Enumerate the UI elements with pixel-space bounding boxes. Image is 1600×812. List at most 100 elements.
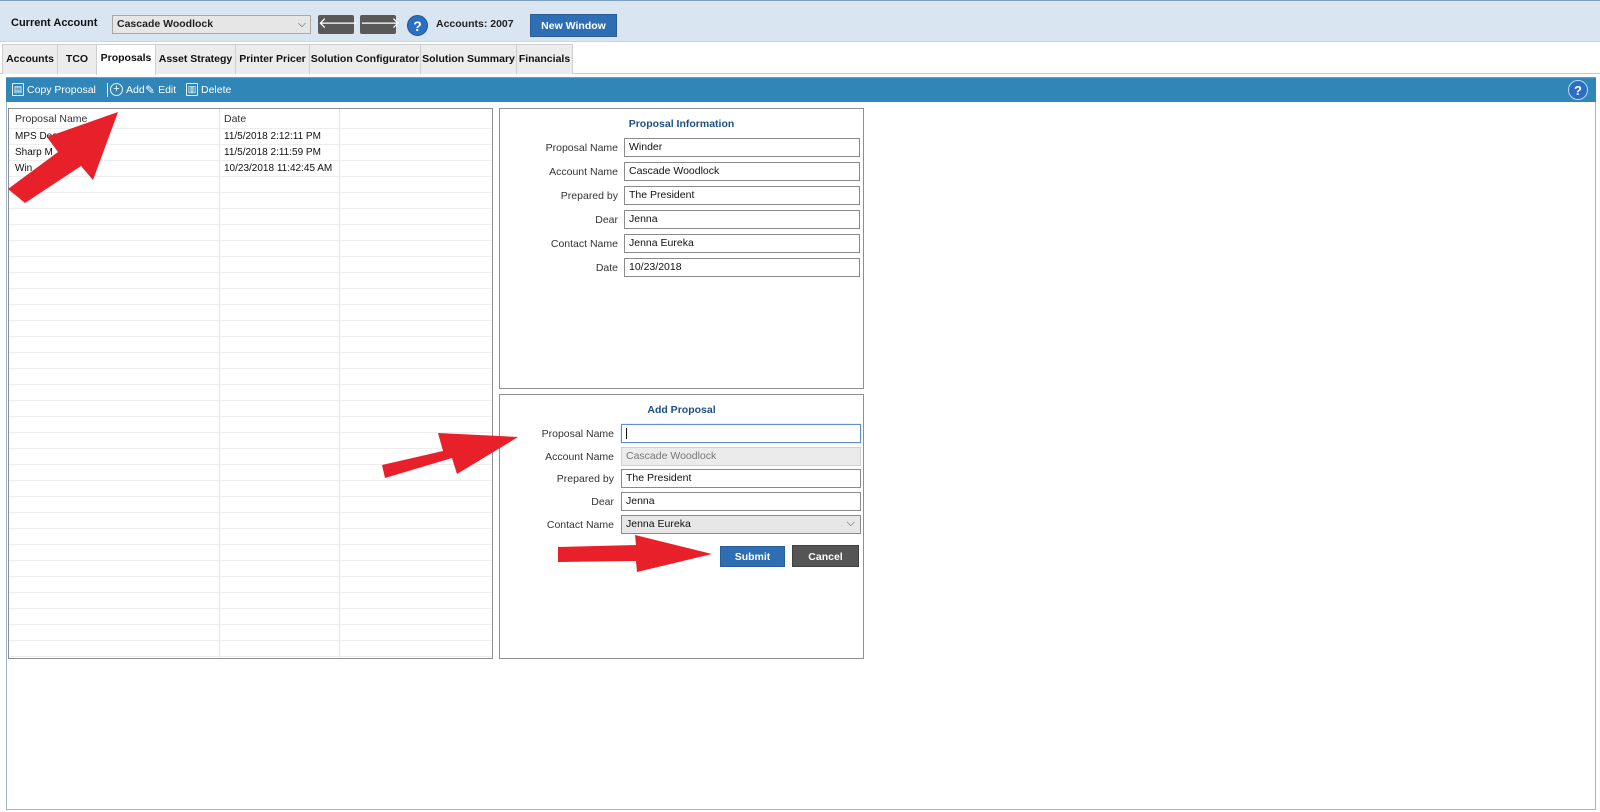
copy-icon: ▤	[12, 83, 24, 96]
info-date-field[interactable]: 10/23/2018	[624, 258, 860, 277]
grid-row-line	[9, 160, 492, 161]
add-proposal-name-label: Proposal Name	[541, 428, 614, 440]
grid-cell-name[interactable]: Win	[15, 163, 32, 174]
info-account-name-label: Account Name	[549, 166, 618, 178]
grid-row-line	[9, 592, 492, 593]
grid-cell-name[interactable]: Sharp M	[15, 147, 53, 158]
grid-row-line	[9, 416, 492, 417]
grid-row-line	[9, 496, 492, 497]
info-account-name-field[interactable]: Cascade Woodlock	[624, 162, 860, 181]
add-prepared-by-input[interactable]: The President	[621, 469, 861, 488]
current-account-label: Current Account	[11, 17, 98, 29]
info-proposal-name-label: Proposal Name	[545, 142, 618, 154]
pencil-icon: ✎	[145, 83, 156, 97]
delete-button[interactable]: ▥ Delete	[186, 83, 231, 96]
grid-row-line	[9, 144, 492, 145]
grid-row-line	[9, 176, 492, 177]
grid-row-line	[9, 512, 492, 513]
back-button[interactable]: 🡐	[318, 15, 358, 34]
grid-row-line	[9, 432, 492, 433]
copy-proposal-button[interactable]: ▤ Copy Proposal	[12, 83, 96, 96]
grid-row-line	[9, 256, 492, 257]
info-prepared-by-field[interactable]: The President	[624, 186, 860, 205]
grid-row-line	[9, 368, 492, 369]
add-dear-label: Dear	[591, 496, 614, 508]
trash-icon: ▥	[186, 83, 198, 96]
grid-row-line	[9, 576, 492, 577]
edit-label: Edit	[158, 84, 177, 96]
delete-label: Delete	[201, 83, 232, 96]
add-prepared-by-label: Prepared by	[556, 473, 614, 485]
add-contact-name-select[interactable]: Jenna Eureka ⌵	[621, 515, 861, 534]
info-proposal-name-field[interactable]: Winder	[624, 138, 860, 157]
forward-button[interactable]: 🡒	[360, 15, 400, 34]
info-date-label: Date	[595, 262, 618, 274]
grid-row-line	[9, 320, 492, 321]
toolbar: ▤ Copy Proposal + Add ✎ Edit ▥ Delete ?	[6, 77, 1596, 102]
grid-row-line	[9, 656, 492, 657]
grid-row-line	[9, 304, 492, 305]
new-window-button[interactable]: New Window	[530, 14, 617, 37]
tab-financials[interactable]: Financials	[516, 44, 573, 74]
info-prepared-by-label: Prepared by	[560, 190, 618, 202]
add-proposal-panel: Add Proposal Proposal Name Account Name …	[499, 394, 864, 659]
plus-circle-icon: +	[110, 83, 123, 96]
proposal-information-title: Proposal Information	[628, 118, 735, 130]
account-select[interactable]: Cascade Woodlock ⌵	[112, 15, 311, 34]
top-bar: Current Account Cascade Woodlock ⌵ 🡐 🡒 ?…	[0, 0, 1600, 42]
grid-row-line	[9, 272, 492, 273]
tab-tco[interactable]: TCO	[57, 44, 97, 74]
info-contact-name-label: Contact Name	[550, 238, 618, 250]
grid-header-proposal-name[interactable]: Proposal Name	[15, 113, 87, 125]
grid-row-line	[9, 528, 492, 529]
edit-button[interactable]: ✎ Edit	[145, 83, 176, 97]
grid-row-line	[9, 608, 492, 609]
grid-row-line	[9, 224, 492, 225]
grid-row-line	[9, 352, 492, 353]
tab-accounts[interactable]: Accounts	[2, 44, 58, 74]
info-dear-field[interactable]: Jenna	[624, 210, 860, 229]
grid-cell-name[interactable]: MPS Dea	[15, 131, 58, 142]
info-contact-name-field[interactable]: Jenna Eureka	[624, 234, 860, 253]
add-account-name-label: Account Name	[545, 451, 614, 463]
grid-row-line	[9, 624, 492, 625]
question-icon[interactable]: ?	[1568, 80, 1588, 100]
grid-header-date[interactable]: Date	[224, 113, 246, 125]
copy-proposal-label: Copy Proposal	[27, 83, 96, 96]
account-select-value: Cascade Woodlock	[117, 18, 214, 30]
add-button[interactable]: + Add	[110, 83, 145, 96]
arrow-right-icon: 🡒	[360, 15, 401, 32]
grid-cell-date[interactable]: 11/5/2018 2:12:11 PM	[224, 131, 321, 142]
add-proposal-name-input[interactable]	[621, 424, 861, 443]
tab-proposals[interactable]: Proposals	[96, 44, 156, 75]
grid-row-line	[9, 192, 492, 193]
contact-name-select-value: Jenna Eureka	[626, 518, 691, 530]
question-icon[interactable]: ?	[407, 15, 428, 36]
grid-row-line	[9, 640, 492, 641]
proposal-information-panel: Proposal Information Proposal Name Winde…	[499, 108, 864, 389]
add-contact-name-label: Contact Name	[546, 519, 614, 531]
cancel-button[interactable]: Cancel	[792, 545, 859, 567]
grid-row-line	[9, 384, 492, 385]
toolbar-divider	[107, 83, 108, 97]
proposals-grid: Proposal Name Date MPS Dea 11/5/2018 2:1…	[8, 108, 493, 659]
grid-row-line	[9, 208, 492, 209]
grid-row-line	[9, 480, 492, 481]
text-caret	[626, 427, 627, 439]
tab-printer-pricer[interactable]: Printer Pricer	[235, 44, 310, 74]
info-dear-label: Dear	[595, 214, 618, 226]
add-proposal-title: Add Proposal	[647, 404, 716, 416]
accounts-count: Accounts: 2007	[436, 18, 514, 30]
grid-cell-date[interactable]: 11/5/2018 2:11:59 PM	[224, 147, 321, 158]
grid-row-line	[9, 128, 492, 129]
tab-solution-configurator[interactable]: Solution Configurator	[309, 44, 421, 74]
submit-button[interactable]: Submit	[720, 546, 785, 567]
chevron-down-icon: ⌵	[846, 517, 855, 529]
grid-row-line	[9, 560, 492, 561]
add-dear-input[interactable]: Jenna	[621, 492, 861, 511]
grid-cell-date[interactable]: 10/23/2018 11:42:45 AM	[224, 163, 332, 174]
tab-solution-summary[interactable]: Solution Summary	[420, 44, 517, 74]
tab-asset-strategy[interactable]: Asset Strategy	[155, 44, 236, 74]
grid-row-line	[9, 288, 492, 289]
arrow-left-icon: 🡐	[318, 15, 359, 32]
